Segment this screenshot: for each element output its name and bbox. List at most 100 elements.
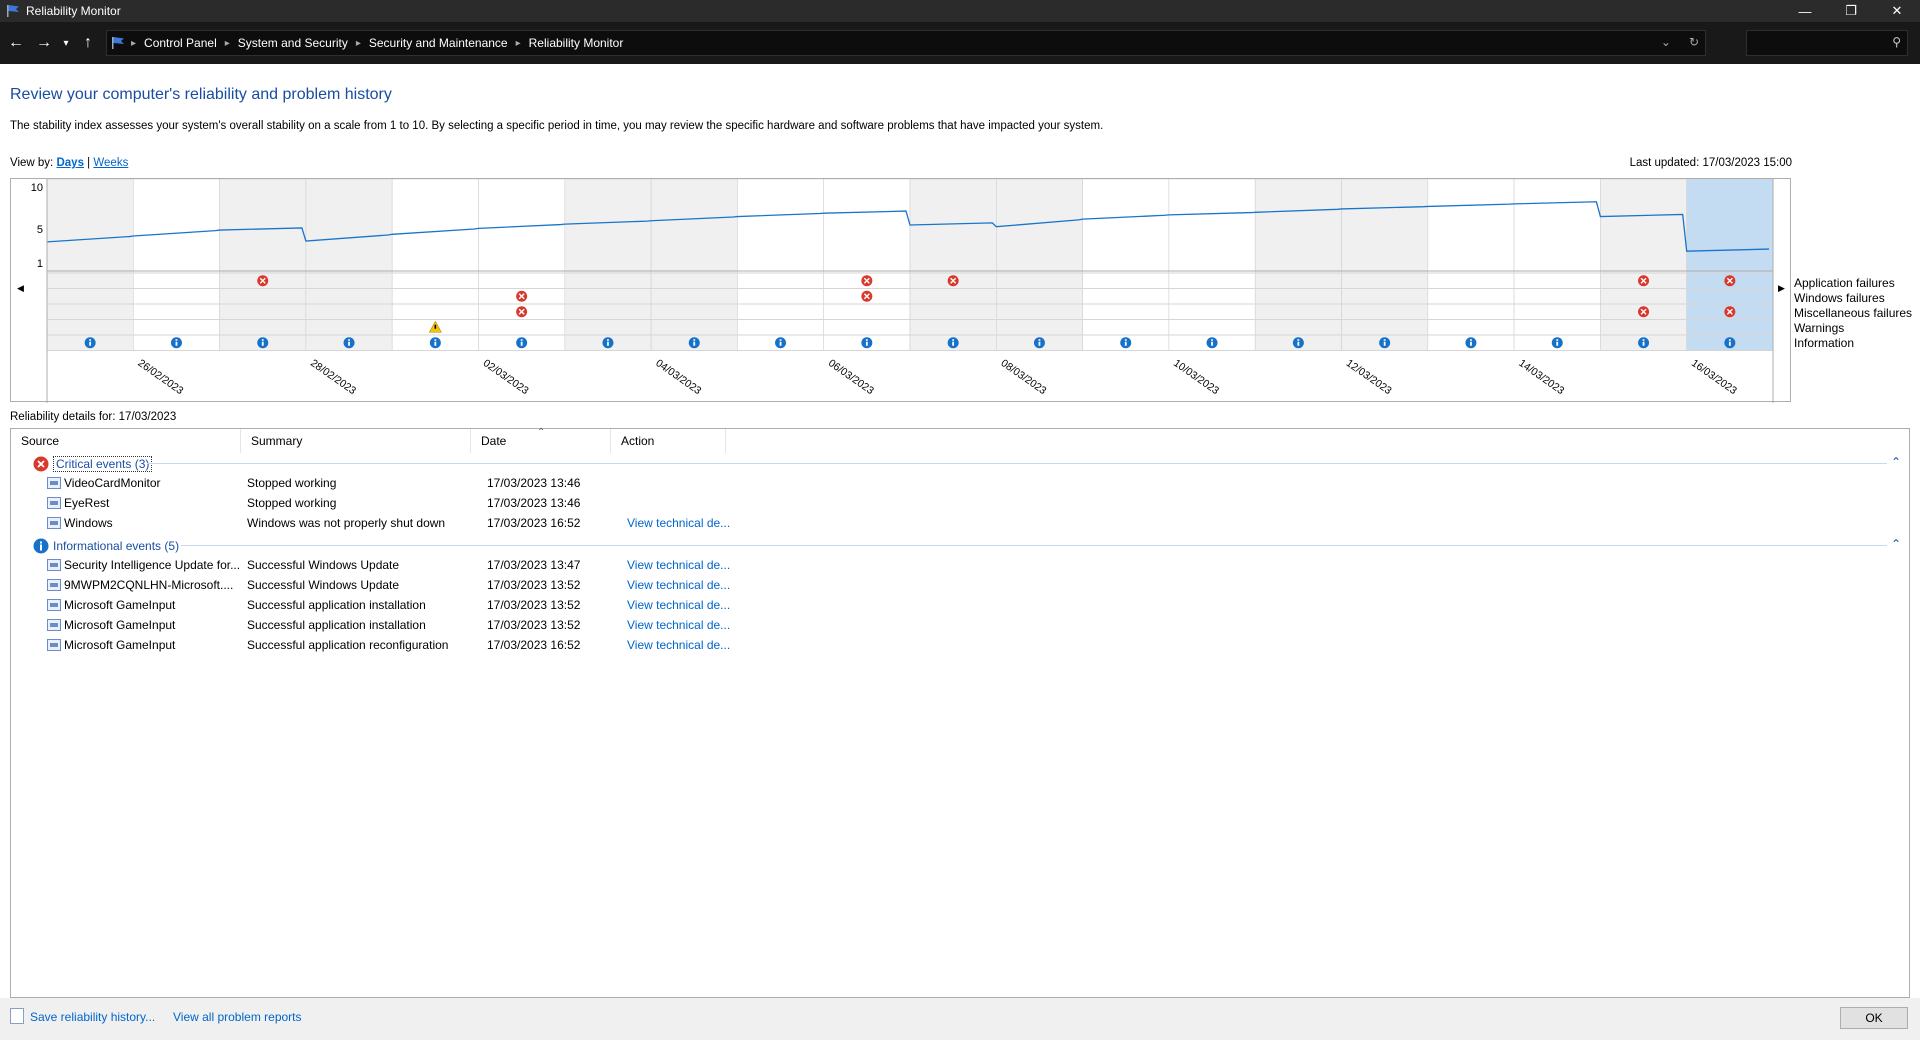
day-column[interactable]	[1168, 178, 1256, 351]
collapse-critical-chevron-icon[interactable]: ⌃	[1891, 455, 1901, 469]
table-row[interactable]: Microsoft GameInput Successful applicatio…	[47, 615, 1047, 635]
information-event-icon-dot	[175, 339, 178, 341]
table-row[interactable]: Microsoft GameInput Successful applicatio…	[47, 595, 1047, 615]
day-column[interactable]	[1513, 178, 1601, 351]
day-column[interactable]	[1341, 178, 1429, 351]
y-tick-label: 5	[37, 224, 43, 236]
information-event-icon-dot	[1383, 339, 1386, 341]
day-column[interactable]	[823, 178, 911, 351]
reliability-chart-svg[interactable]: 10 5 1 26/02/2023 28/02/2023 02/03/2023 04/03/…	[11, 178, 1792, 403]
details-list[interactable]: Source Summary Date Action ⌃ Critical ev…	[10, 427, 1910, 998]
column-source[interactable]: Source	[11, 429, 241, 453]
up-arrow-icon[interactable]: ↑	[76, 31, 100, 55]
day-column[interactable]	[564, 178, 652, 351]
search-icon[interactable]: ⚲	[1892, 35, 1901, 49]
view-days-link[interactable]: Days	[56, 157, 84, 169]
day-column[interactable]	[305, 178, 393, 351]
breadcrumb-system-security[interactable]: System and Security	[238, 36, 348, 50]
row-date: 17/03/2023 13:52	[487, 578, 581, 592]
legend-misc-failures: Miscellaneous failures	[1794, 306, 1913, 320]
breadcrumb-separator-icon: ▸	[355, 37, 361, 49]
day-column[interactable]	[478, 178, 566, 351]
event-item-icon	[47, 497, 61, 509]
legend-information: Information	[1794, 336, 1855, 350]
refresh-icon[interactable]: ↻	[1689, 35, 1699, 49]
date-tick-label: 02/03/2023	[481, 357, 531, 397]
view-technical-details-link[interactable]: View technical de...	[627, 638, 737, 652]
information-event-icon-mark	[1556, 341, 1559, 346]
table-row[interactable]: 9MWPM2CQNLHN-Microsoft.... Successful Win…	[47, 575, 1047, 595]
informational-events-group[interactable]: Informational events (5)	[33, 537, 179, 555]
reliability-chart[interactable]: 10 5 1 26/02/2023 28/02/2023 02/03/2023 04/03/…	[10, 178, 1792, 403]
table-row[interactable]: Windows Windows was not properly shut dow…	[47, 513, 1047, 533]
row-date: 17/03/2023 13:46	[487, 476, 581, 490]
critical-events-group[interactable]: Critical events (3)	[33, 455, 153, 473]
legend-windows-failures: Windows failures	[1794, 291, 1885, 305]
day-column[interactable]	[1082, 178, 1170, 351]
breadcrumb-reliability-monitor[interactable]: Reliability Monitor	[529, 36, 624, 50]
recent-locations-chevron-icon[interactable]: ▾	[60, 31, 72, 55]
breadcrumb-separator-icon: ▸	[224, 37, 230, 49]
row-source-text: EyeRest	[64, 496, 110, 510]
scroll-left-arrow-icon[interactable]: ◀	[17, 283, 24, 293]
view-weeks-link[interactable]: Weeks	[93, 157, 128, 169]
view-technical-details-link[interactable]: View technical de...	[627, 578, 737, 592]
details-header: Source Summary Date Action	[11, 429, 1909, 453]
day-column[interactable]	[133, 178, 220, 351]
back-arrow-icon[interactable]: ←	[4, 31, 28, 55]
collapse-informational-chevron-icon[interactable]: ⌃	[1891, 537, 1901, 551]
information-event-icon-dot	[434, 339, 437, 341]
breadcrumb[interactable]: ▸ Control Panel ▸ System and Security ▸ …	[106, 30, 1706, 56]
row-summary: Stopped working	[247, 476, 337, 490]
ok-button[interactable]: OK	[1840, 1007, 1908, 1029]
day-column[interactable]	[219, 178, 307, 351]
search-input[interactable]: ⚲	[1746, 30, 1908, 56]
row-summary: Successful application reconfiguration	[247, 638, 449, 652]
view-all-problem-reports-link[interactable]: View all problem reports	[173, 1010, 302, 1024]
row-source-text: 9MWPM2CQNLHN-Microsoft....	[64, 578, 234, 592]
row-source: 9MWPM2CQNLHN-Microsoft....	[47, 578, 247, 592]
day-column[interactable]	[995, 178, 1083, 351]
table-row[interactable]: Microsoft GameInput Successful applicatio…	[47, 635, 1047, 655]
row-source: Microsoft GameInput	[47, 598, 247, 612]
table-row[interactable]: VideoCardMonitor Stopped working 17/03/202…	[47, 473, 1047, 493]
information-event-icon-dot	[865, 339, 868, 341]
table-row[interactable]: Security Intelligence Update for... Succe…	[47, 555, 1047, 575]
reliability-flag-icon	[7, 5, 19, 17]
information-event-icon-dot	[779, 339, 782, 341]
day-column[interactable]	[1686, 178, 1774, 351]
breadcrumb-security-maintenance[interactable]: Security and Maintenance	[369, 36, 508, 50]
information-event-icon-dot	[1297, 339, 1300, 341]
table-row[interactable]: EyeRest Stopped working 17/03/2023 13:46	[47, 493, 1047, 513]
column-summary[interactable]: Summary	[241, 429, 471, 453]
view-technical-details-link[interactable]: View technical de...	[627, 558, 737, 572]
view-technical-details-link[interactable]: View technical de...	[627, 598, 737, 612]
column-action[interactable]: Action	[611, 429, 726, 453]
information-event-icon-dot	[261, 339, 264, 341]
view-technical-details-link[interactable]: View technical de...	[627, 618, 737, 632]
breadcrumb-control-panel[interactable]: Control Panel	[144, 36, 217, 50]
row-date: 17/03/2023 16:52	[487, 516, 581, 530]
minimize-button[interactable]: —	[1782, 0, 1828, 22]
date-tick-label: 06/03/2023	[826, 357, 876, 397]
critical-events-label[interactable]: Critical events (3)	[53, 456, 153, 472]
information-event-icon-mark	[175, 341, 178, 346]
row-date: 17/03/2023 13:47	[487, 558, 581, 572]
view-technical-details-link[interactable]: View technical de...	[627, 516, 737, 530]
day-column[interactable]	[650, 178, 738, 351]
location-flag-icon	[112, 37, 124, 49]
day-column[interactable]	[1600, 178, 1688, 351]
scroll-right-arrow-icon[interactable]: ▶	[1778, 283, 1785, 293]
information-icon	[33, 538, 49, 554]
day-column[interactable]	[737, 178, 825, 351]
close-button[interactable]: ✕	[1874, 0, 1920, 22]
forward-arrow-icon[interactable]: →	[32, 31, 56, 55]
informational-events-label[interactable]: Informational events (5)	[53, 539, 179, 553]
address-dropdown-chevron-icon[interactable]: ⌄	[1661, 35, 1671, 49]
event-item-icon	[47, 559, 61, 571]
day-column[interactable]	[1254, 178, 1342, 351]
restore-button[interactable]: ❐	[1828, 0, 1874, 22]
day-column[interactable]	[909, 178, 997, 351]
save-reliability-history-link[interactable]: Save reliability history...	[30, 1010, 155, 1024]
day-column[interactable]	[46, 178, 134, 351]
